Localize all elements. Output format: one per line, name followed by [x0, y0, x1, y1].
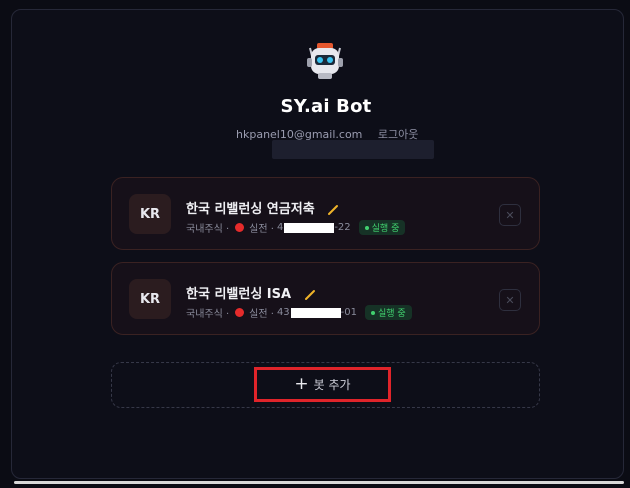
app-title: SY.ai Bot	[280, 96, 372, 117]
status-dot-icon	[364, 225, 369, 230]
status-badge: 실행 중	[358, 220, 406, 235]
bot-name: 한국 리밸런싱 ISA	[186, 287, 292, 302]
bot-name-row: 한국 리밸런싱 ISA	[186, 283, 316, 302]
pencil-icon[interactable]	[327, 204, 339, 216]
market-label: 국내주식 ·	[186, 309, 230, 320]
status-dot-icon	[371, 310, 376, 315]
account-redaction	[290, 307, 341, 318]
account-suffix: -22	[334, 222, 351, 233]
add-bot-label: 봇 추가	[313, 378, 351, 392]
add-bot-button[interactable]: + 봇 추가	[254, 367, 391, 402]
bot-meta: 국내주식 · 실전 · 4 -22 실행 중	[186, 220, 406, 235]
mode-label: 실전 ·	[249, 224, 274, 235]
bot-name-row: 한국 리밸런싱 연금저축	[186, 198, 339, 217]
status-badge: 실행 중	[365, 305, 412, 320]
bot-card[interactable]: KR 한국 리밸런싱 ISA 국내주식 · 실전 · 43 -01 실행 중 ✕	[111, 262, 540, 335]
account-prefix: 4	[276, 222, 284, 233]
close-icon: ✕	[505, 208, 515, 222]
bot-meta: 국내주식 · 실전 · 43 -01 실행 중	[186, 305, 412, 320]
redacted-area	[272, 140, 434, 159]
account-prefix: 43	[276, 307, 290, 318]
window-bottom-edge	[14, 481, 624, 484]
account-redaction	[284, 222, 335, 233]
remove-bot-button[interactable]: ✕	[499, 204, 521, 226]
plus-icon: +	[294, 374, 309, 394]
close-icon: ✕	[505, 293, 515, 307]
account-suffix: -01	[340, 307, 358, 318]
market-badge: KR	[129, 194, 171, 234]
status-label: 실행 중	[378, 309, 406, 319]
market-badge: KR	[129, 279, 171, 319]
bot-name: 한국 리밸런싱 연금저축	[186, 202, 315, 217]
bot-card[interactable]: KR 한국 리밸런싱 연금저축 국내주식 · 실전 · 4 -22 실행 중 ✕	[111, 177, 540, 250]
live-dot-icon	[235, 308, 245, 317]
status-label: 실행 중	[371, 224, 400, 234]
live-dot-icon	[235, 223, 245, 232]
market-label: 국내주식 ·	[186, 224, 230, 235]
pencil-icon[interactable]	[304, 289, 316, 301]
remove-bot-button[interactable]: ✕	[499, 289, 521, 311]
robot-icon	[307, 43, 343, 79]
mode-label: 실전 ·	[249, 309, 274, 320]
